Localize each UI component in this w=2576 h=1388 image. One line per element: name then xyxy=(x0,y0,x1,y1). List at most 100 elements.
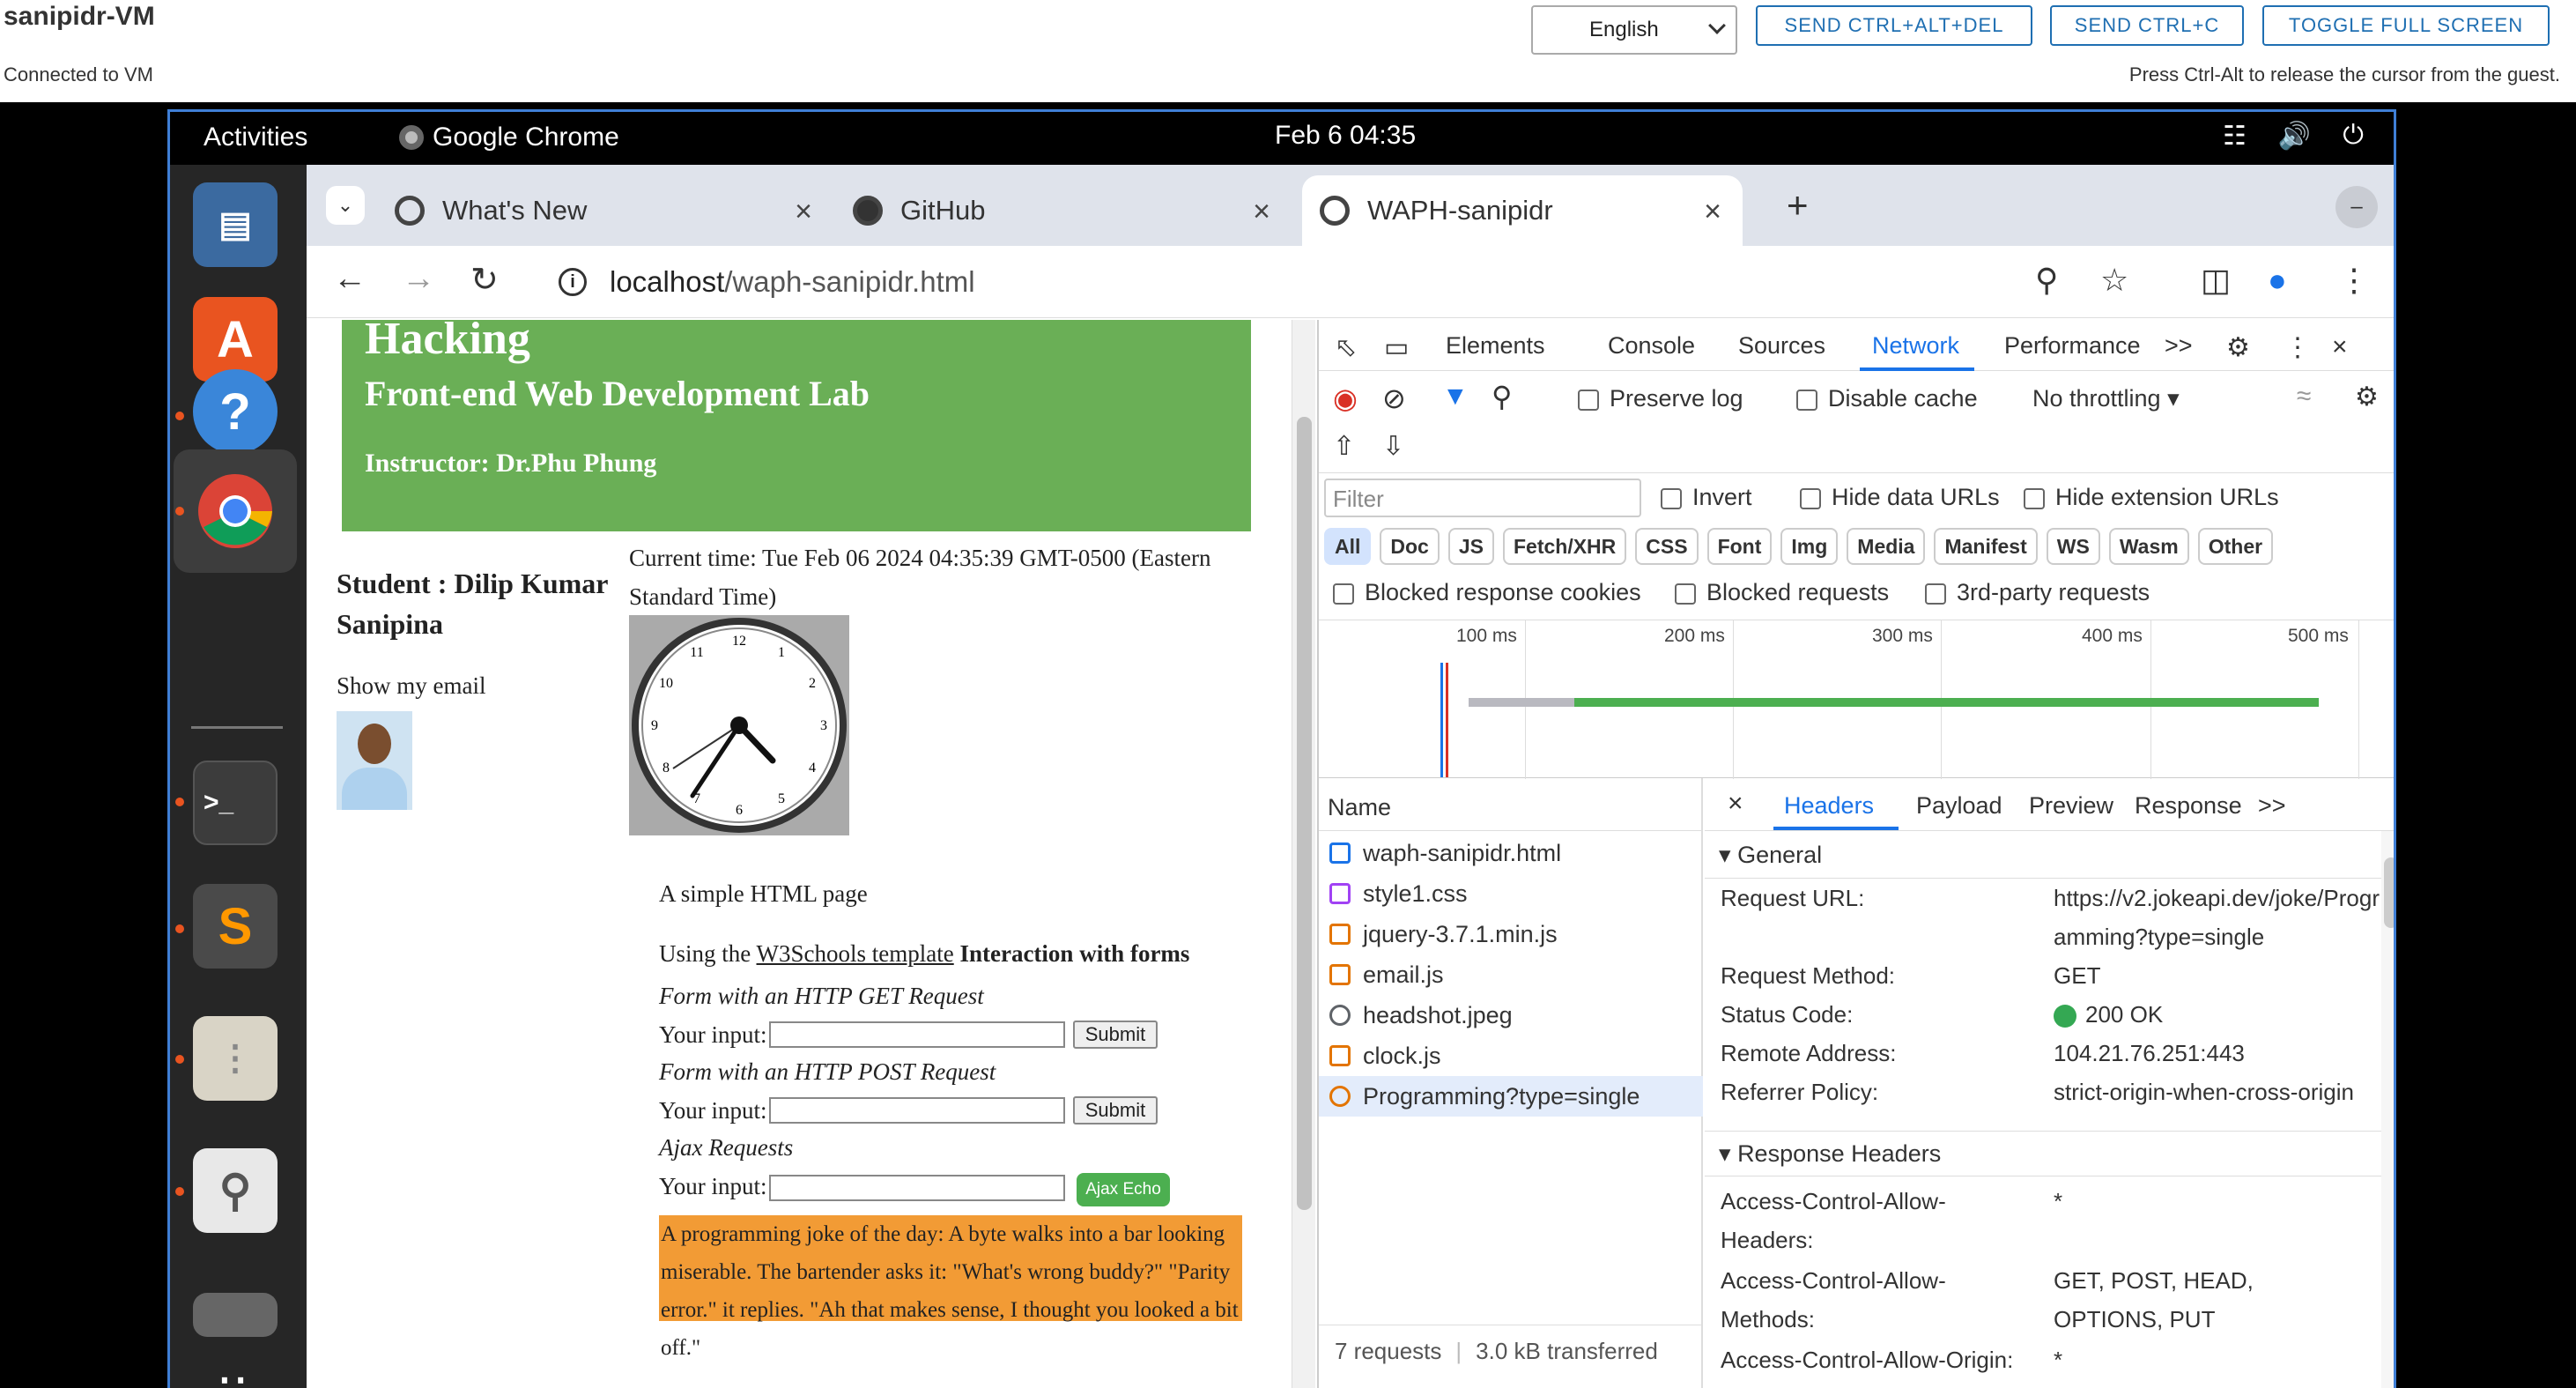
drive-icon[interactable] xyxy=(193,1293,278,1337)
bookmark-star-icon[interactable]: ☆ xyxy=(2100,262,2128,299)
close-tab-icon[interactable]: × xyxy=(1704,195,1721,229)
app-grid-icon[interactable]: ∷ xyxy=(193,1346,278,1388)
send-ctrl-alt-del-button[interactable]: SEND CTRL+ALT+DEL xyxy=(1756,5,2032,46)
search-icon[interactable]: ⚲ xyxy=(1492,380,1512,413)
filter-input[interactable]: Filter xyxy=(1324,479,1641,517)
hide-extension-urls-checkbox[interactable]: Hide extension URLs xyxy=(2024,484,2279,511)
tab-sources[interactable]: Sources xyxy=(1738,332,1825,360)
minimize-button[interactable]: – xyxy=(2335,186,2378,228)
reload-icon[interactable]: ↻ xyxy=(470,260,499,300)
close-tab-icon[interactable]: × xyxy=(795,195,812,229)
new-tab-button[interactable]: + xyxy=(1787,184,1809,226)
zoom-icon[interactable]: ⚲ xyxy=(2035,262,2058,299)
request-row[interactable]: Programming?type=single xyxy=(1319,1076,1703,1117)
settings-gear-icon[interactable]: ⚙ xyxy=(2226,332,2250,363)
activities-button[interactable]: Activities xyxy=(204,122,307,152)
type-filter-font[interactable]: Font xyxy=(1706,528,1773,565)
guest-screen[interactable]: Activities Google Chrome Feb 6 04:35 ☷ 🔊… xyxy=(167,109,2396,1388)
details-scrollbar[interactable] xyxy=(2381,831,2394,1388)
profile-icon[interactable]: ● xyxy=(2268,262,2287,299)
tab-payload[interactable]: Payload xyxy=(1916,792,2002,820)
sublime-text-icon[interactable]: S xyxy=(193,884,278,969)
w3schools-link[interactable]: W3Schools template xyxy=(757,940,954,967)
network-settings-icon[interactable]: ⚙ xyxy=(2355,382,2379,412)
tab-waph-sanipidr[interactable]: WAPH-sanipidr × xyxy=(1302,175,1743,246)
import-har-icon[interactable]: ⇧ xyxy=(1333,431,1355,462)
tab-response[interactable]: Response xyxy=(2135,792,2242,820)
terminal-icon[interactable]: >_ xyxy=(193,761,278,845)
system-tray[interactable]: ☷ 🔊 ⏻ xyxy=(2223,121,2364,152)
address-bar[interactable]: i localhost/waph-sanipidr.html xyxy=(543,255,2261,309)
chrome-icon[interactable] xyxy=(174,449,297,573)
tab-search-button[interactable]: ⌄ xyxy=(326,186,365,225)
type-filter-media[interactable]: Media xyxy=(1847,528,1926,565)
image-viewer-icon[interactable]: ⚲ xyxy=(193,1148,278,1233)
blocked-cookies-checkbox[interactable]: Blocked response cookies xyxy=(1333,579,1641,606)
clear-icon[interactable]: ⊘ xyxy=(1382,382,1406,415)
tab-whats-new[interactable]: What's New × xyxy=(395,175,818,246)
clock[interactable]: Feb 6 04:35 xyxy=(1275,121,1416,151)
request-row[interactable]: style1.css xyxy=(1319,873,1703,914)
type-filter-other[interactable]: Other xyxy=(2197,528,2274,565)
type-filter-manifest[interactable]: Manifest xyxy=(1934,528,2038,565)
inspect-icon[interactable]: ⬁ xyxy=(1335,332,1357,363)
type-filter-doc[interactable]: Doc xyxy=(1380,528,1440,565)
name-column-header[interactable]: Name xyxy=(1319,778,1703,831)
get-submit-button[interactable]: Submit xyxy=(1073,1021,1158,1049)
close-details-icon[interactable]: × xyxy=(1728,789,1743,819)
response-headers-toggle[interactable]: ▾ Response Headers xyxy=(1705,1131,2394,1176)
request-row[interactable]: jquery-3.7.1.min.js xyxy=(1319,914,1703,954)
show-email-link[interactable]: Show my email xyxy=(337,672,486,700)
request-row[interactable]: clock.js xyxy=(1319,1035,1703,1076)
filter-icon[interactable]: ▼ xyxy=(1442,382,1469,412)
ajax-input-field[interactable] xyxy=(769,1175,1065,1201)
device-toolbar-icon[interactable]: ▭ xyxy=(1384,332,1409,363)
disable-cache-checkbox[interactable]: Disable cache xyxy=(1796,385,1978,412)
language-select[interactable]: English xyxy=(1531,5,1737,55)
tab-headers[interactable]: Headers xyxy=(1784,792,1874,820)
type-filter-wasm[interactable]: Wasm xyxy=(2108,528,2189,565)
record-icon[interactable]: ◉ xyxy=(1333,382,1358,415)
tab-preview[interactable]: Preview xyxy=(2029,792,2113,820)
hide-data-urls-checkbox[interactable]: Hide data URLs xyxy=(1800,484,2000,511)
post-submit-button[interactable]: Submit xyxy=(1073,1096,1158,1125)
type-filter-fetch-xhr[interactable]: Fetch/XHR xyxy=(1502,528,1627,565)
scroll-thumb[interactable] xyxy=(1297,417,1312,1210)
files-app-icon[interactable]: ▤ xyxy=(193,182,278,267)
tab-console[interactable]: Console xyxy=(1608,332,1695,360)
third-party-checkbox[interactable]: 3rd-party requests xyxy=(1925,579,2150,606)
post-input-field[interactable] xyxy=(769,1097,1065,1124)
more-detail-tabs-icon[interactable]: >> xyxy=(2258,792,2286,820)
close-tab-icon[interactable]: × xyxy=(1253,195,1270,229)
type-filter-css[interactable]: CSS xyxy=(1635,528,1699,565)
more-tabs-icon[interactable]: >> xyxy=(2165,332,2193,360)
throttling-select[interactable]: No throttling ▾ xyxy=(2032,385,2180,412)
request-row[interactable]: headshot.jpeg xyxy=(1319,995,1703,1035)
scroll-thumb[interactable] xyxy=(2384,857,2394,928)
type-filter-ws[interactable]: WS xyxy=(2046,528,2100,565)
close-devtools-icon[interactable]: × xyxy=(2332,332,2348,362)
page-scrollbar[interactable] xyxy=(1292,320,1315,1388)
export-har-icon[interactable]: ⇩ xyxy=(1382,431,1404,462)
help-icon[interactable]: ? xyxy=(193,369,278,454)
back-icon[interactable]: ← xyxy=(333,260,366,298)
archive-icon[interactable]: ⋮ xyxy=(193,1016,278,1101)
forward-icon[interactable]: → xyxy=(402,260,435,298)
tab-github[interactable]: GitHub × xyxy=(853,175,1276,246)
ajax-echo-button[interactable]: Ajax Echo xyxy=(1077,1173,1170,1206)
preserve-log-checkbox[interactable]: Preserve log xyxy=(1578,385,1743,412)
request-row[interactable]: waph-sanipidr.html xyxy=(1319,833,1703,873)
general-section-toggle[interactable]: ▾ General xyxy=(1705,833,2394,879)
side-panel-icon[interactable]: ◫ xyxy=(2201,262,2231,299)
network-conditions-icon[interactable]: ≈ xyxy=(2297,382,2311,412)
tab-performance[interactable]: Performance xyxy=(2004,332,2141,360)
more-options-icon[interactable]: ⋮ xyxy=(2284,332,2311,363)
menu-icon[interactable]: ⋮ xyxy=(2338,262,2370,299)
toggle-full-screen-button[interactable]: TOGGLE FULL SCREEN xyxy=(2262,5,2550,46)
get-input-field[interactable] xyxy=(769,1021,1065,1048)
blocked-requests-checkbox[interactable]: Blocked requests xyxy=(1675,579,1889,606)
app-menu[interactable]: Google Chrome xyxy=(399,122,619,152)
type-filter-img[interactable]: Img xyxy=(1780,528,1839,565)
invert-checkbox[interactable]: Invert xyxy=(1661,484,1752,511)
type-filter-js[interactable]: JS xyxy=(1447,528,1494,565)
